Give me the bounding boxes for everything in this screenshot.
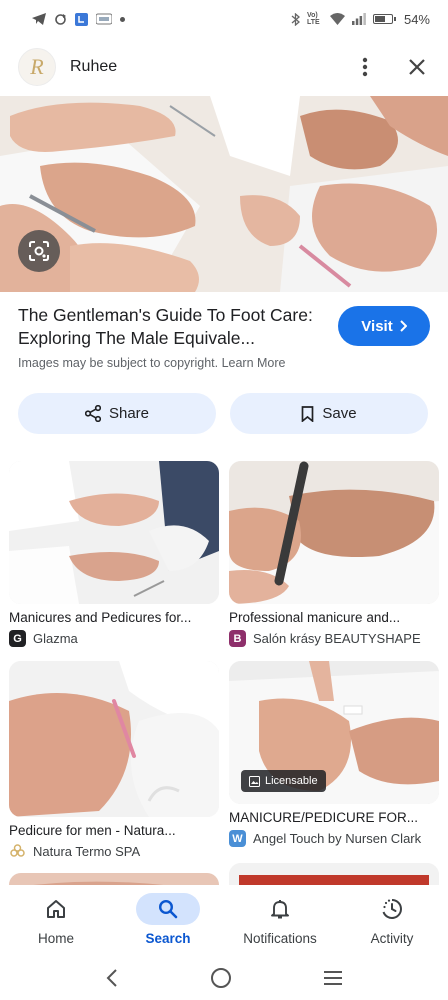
related-card[interactable]: Pedicure for men - Natura... Natura Term…: [9, 661, 219, 860]
licensable-badge: Licensable: [241, 770, 326, 792]
wifi-icon: [329, 13, 345, 25]
source-name: Angel Touch by Nursen Clark: [253, 831, 422, 846]
related-source[interactable]: W Angel Touch by Nursen Clark: [229, 830, 439, 847]
app-icon: [96, 13, 112, 25]
account-name: Ruhee: [70, 58, 118, 75]
avatar[interactable]: R: [18, 48, 56, 86]
nav-notifications[interactable]: Notifications: [224, 885, 336, 955]
source-favicon: G: [9, 630, 26, 647]
bluetooth-icon: [291, 12, 300, 26]
system-navigation-bar: [0, 955, 448, 1000]
close-icon: [409, 59, 425, 75]
network-label: Vo) LTE: [306, 12, 320, 26]
header: R Ruhee: [0, 38, 448, 96]
thumbnail-image: [9, 461, 219, 604]
related-title: Professional manicure and...: [229, 610, 401, 625]
foot-care-photo: [0, 96, 448, 292]
related-card[interactable]: Manicures and Pedicures for... G Glazma: [9, 461, 219, 647]
status-bar: Vo) LTE 54%: [0, 0, 448, 38]
source-favicon: W: [229, 830, 246, 847]
avatar-letter: R: [30, 54, 44, 79]
copyright-notice[interactable]: Images may be subject to copyright. Lear…: [18, 356, 286, 370]
share-label: Share: [108, 405, 150, 422]
home-circle-icon[interactable]: [210, 967, 232, 989]
nav-search[interactable]: Search: [112, 885, 224, 955]
save-button[interactable]: Save: [230, 393, 428, 434]
battery-percent: 54%: [403, 11, 430, 27]
source-name: Salón krásy BEAUTYSHAPE: [253, 631, 421, 646]
result-title[interactable]: The Gentleman's Guide To Foot Care: Expl…: [18, 304, 318, 350]
telegram-icon: [32, 13, 46, 25]
nav-search-label: Search: [145, 931, 191, 946]
activity-icon: [382, 899, 402, 919]
battery-icon: [372, 14, 396, 24]
home-icon: [47, 900, 65, 918]
source-name: Glazma: [33, 631, 78, 646]
related-title: Pedicure for men - Natura...: [9, 823, 176, 838]
related-card[interactable]: Professional manicure and... B Salón krá…: [229, 461, 439, 647]
related-thumbnail[interactable]: [229, 461, 439, 604]
more-vert-icon: [362, 57, 368, 77]
source-favicon: B: [229, 630, 246, 647]
bottom-navigation: Home Search Notifications Activity: [0, 885, 448, 955]
more-options-button[interactable]: [352, 54, 378, 80]
thumbnail-image: [229, 461, 439, 604]
related-source[interactable]: G Glazma: [9, 630, 219, 647]
related-thumbnail[interactable]: Licensable: [229, 661, 439, 804]
notification-dot-icon: [120, 16, 125, 22]
nav-activity-label: Activity: [370, 931, 414, 946]
chevron-right-icon: [399, 320, 407, 332]
back-icon[interactable]: [105, 968, 119, 988]
search-icon: [158, 899, 178, 919]
source-favicon: [10, 844, 25, 857]
recents-icon[interactable]: [323, 970, 343, 986]
licensable-label: Licensable: [265, 775, 318, 787]
thumbnail-image: [9, 661, 219, 817]
bell-icon: [271, 900, 289, 919]
image-icon: [249, 775, 260, 787]
lens-icon: [29, 241, 49, 261]
nav-home-label: Home: [37, 931, 74, 946]
save-label: Save: [322, 405, 357, 422]
related-thumbnail[interactable]: [9, 661, 219, 817]
visit-button[interactable]: Visit: [338, 306, 430, 346]
signal-icon: [351, 13, 366, 25]
sync-icon: [55, 13, 66, 25]
related-source[interactable]: B Salón krásy BEAUTYSHAPE: [229, 630, 439, 647]
related-card[interactable]: Licensable MANICURE/PEDICURE FOR... W An…: [229, 661, 439, 847]
result-info: The Gentleman's Guide To Foot Care: Expl…: [18, 304, 430, 350]
bookmark-icon: [302, 405, 314, 422]
lens-button[interactable]: [18, 230, 60, 272]
nav-activity[interactable]: Activity: [336, 885, 448, 955]
app-icon: [75, 12, 88, 26]
related-thumbnail[interactable]: [9, 461, 219, 604]
related-title: Manicures and Pedicures for...: [9, 610, 192, 625]
nav-home[interactable]: Home: [0, 885, 112, 955]
close-button[interactable]: [404, 54, 430, 80]
share-button[interactable]: Share: [18, 393, 216, 434]
source-name: Natura Termo SPA: [33, 844, 141, 859]
hero-image[interactable]: [0, 96, 448, 292]
related-title: MANICURE/PEDICURE FOR...: [229, 810, 419, 825]
related-source[interactable]: Natura Termo SPA: [9, 843, 219, 860]
share-icon: [84, 405, 101, 422]
nav-notifications-label: Notifications: [243, 931, 317, 946]
visit-label: Visit: [361, 317, 393, 335]
